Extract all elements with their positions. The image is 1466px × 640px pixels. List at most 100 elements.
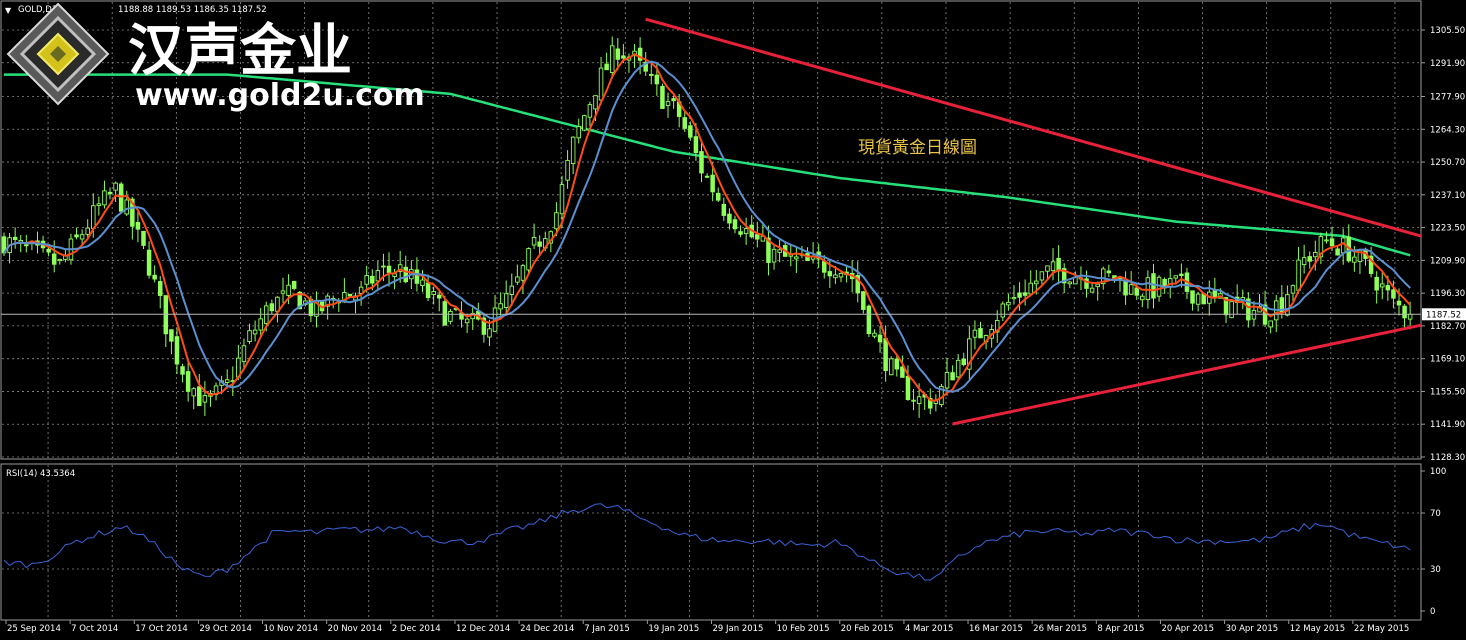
candle-body <box>715 192 721 201</box>
candle-body <box>972 329 978 338</box>
candle-body <box>1402 305 1407 319</box>
candle-body <box>280 290 286 294</box>
candle-body <box>688 125 693 138</box>
candle-body <box>727 213 732 224</box>
logo-url[interactable]: www.gold2u.com <box>135 78 425 113</box>
candle-body <box>526 248 531 271</box>
candle-body <box>46 248 51 253</box>
current-price-value: 1187.52 <box>1426 310 1461 320</box>
candle-body <box>911 399 916 402</box>
time-axis-label: 12 Dec 2014 <box>456 624 510 634</box>
candle-body <box>565 159 570 181</box>
time-axis-label: 29 Oct 2014 <box>199 624 252 634</box>
candle-body <box>955 359 961 378</box>
time-axis-label: 10 Feb 2015 <box>777 624 830 634</box>
candle-body <box>381 265 386 268</box>
candle-body <box>743 228 749 235</box>
candle-body <box>961 358 967 365</box>
candle-body <box>654 74 660 85</box>
candle-body <box>420 279 425 287</box>
candle-body <box>950 372 955 381</box>
chart-header: ▼ GOLD,D1 1188.88 1189.53 1186.35 1187.5… <box>5 5 267 15</box>
candle-body <box>531 237 537 246</box>
header-arrow-icon[interactable]: ▼ <box>5 6 12 15</box>
candle-body <box>1050 261 1056 272</box>
candle-body <box>174 336 180 365</box>
candle-body <box>888 358 894 376</box>
candle-body <box>1380 283 1385 288</box>
candle-body <box>1301 257 1307 266</box>
time-axis-label: 12 May 2015 <box>1290 624 1345 634</box>
candle-body <box>520 265 526 281</box>
candle-body <box>866 305 872 334</box>
price-axis-label: 1196.30 <box>1430 289 1465 299</box>
candle-body <box>1195 293 1201 305</box>
chart-canvas[interactable]: ▼ GOLD,D1 1188.88 1189.53 1186.35 1187.5… <box>0 0 1466 636</box>
time-axis-label: 4 Mar 2015 <box>905 624 953 634</box>
candle-body <box>1106 270 1112 274</box>
candle-body <box>1296 259 1301 291</box>
candle-body <box>699 151 704 174</box>
candle-body <box>794 256 799 260</box>
chart-annotation: 現貨黃金日線圖 <box>858 138 977 158</box>
rsi-axis-label: 70 <box>1430 509 1441 519</box>
candle-body <box>978 328 983 339</box>
candle-body <box>1151 273 1156 299</box>
candle-body <box>710 174 715 193</box>
time-axis-label: 20 Feb 2015 <box>841 624 894 634</box>
candle-body <box>827 271 833 277</box>
candle-body <box>1313 252 1318 258</box>
time-axis-label: 7 Oct 2014 <box>71 624 118 634</box>
candle-body <box>649 73 654 76</box>
candle-body <box>872 332 877 337</box>
candle-body <box>197 386 202 407</box>
price-axis-label: 1182.70 <box>1430 322 1465 332</box>
time-axis-label: 22 May 2015 <box>1354 624 1409 634</box>
candle-body <box>554 212 559 230</box>
candle-body <box>1140 295 1145 301</box>
candle-body <box>944 372 950 389</box>
candle-body <box>1067 281 1073 285</box>
candle-body <box>1006 301 1011 306</box>
candle-body <box>615 48 621 60</box>
candle-body <box>91 205 96 229</box>
candle-body <box>191 388 196 397</box>
gold-daily-chart[interactable]: ▼ GOLD,D1 1188.88 1189.53 1186.35 1187.5… <box>0 0 1466 636</box>
candle-body <box>118 183 124 212</box>
current-price-tag: 1187.52 <box>1422 308 1466 321</box>
candle-body <box>693 136 699 154</box>
candle-body <box>1173 275 1179 279</box>
candle-body <box>1391 289 1396 299</box>
candle-body <box>1179 273 1184 276</box>
candle-body <box>1045 265 1050 272</box>
candle-body <box>1034 280 1039 285</box>
price-axis-label: 1250.70 <box>1430 158 1465 168</box>
price-axis-label: 1237.10 <box>1430 191 1465 201</box>
time-axis-label: 24 Dec 2014 <box>520 624 574 634</box>
time-axis-label: 26 Mar 2015 <box>1033 624 1087 634</box>
candle-body <box>74 234 79 238</box>
candle-body <box>738 231 743 235</box>
candle-body <box>498 303 503 310</box>
candle-body <box>582 115 587 131</box>
time-axis-label: 16 Mar 2015 <box>969 624 1023 634</box>
candle-body <box>515 276 520 283</box>
candle-body <box>822 261 827 273</box>
candle-body <box>152 274 157 280</box>
candle-body <box>1089 287 1095 293</box>
candle-body <box>431 291 436 295</box>
candle-body <box>537 241 542 247</box>
candle-body <box>464 318 470 324</box>
candle-body <box>386 265 392 273</box>
candle-body <box>704 175 710 178</box>
price-axis-label: 1128.30 <box>1430 453 1465 463</box>
candle-body <box>621 55 626 59</box>
price-axis-label: 1264.30 <box>1430 125 1465 135</box>
candle-body <box>241 345 247 363</box>
candle-body <box>1056 257 1061 272</box>
candle-body <box>877 334 883 343</box>
candle-body <box>905 375 911 400</box>
candle-body <box>146 249 152 276</box>
candle-body <box>1017 292 1022 298</box>
candle-body <box>347 293 353 297</box>
